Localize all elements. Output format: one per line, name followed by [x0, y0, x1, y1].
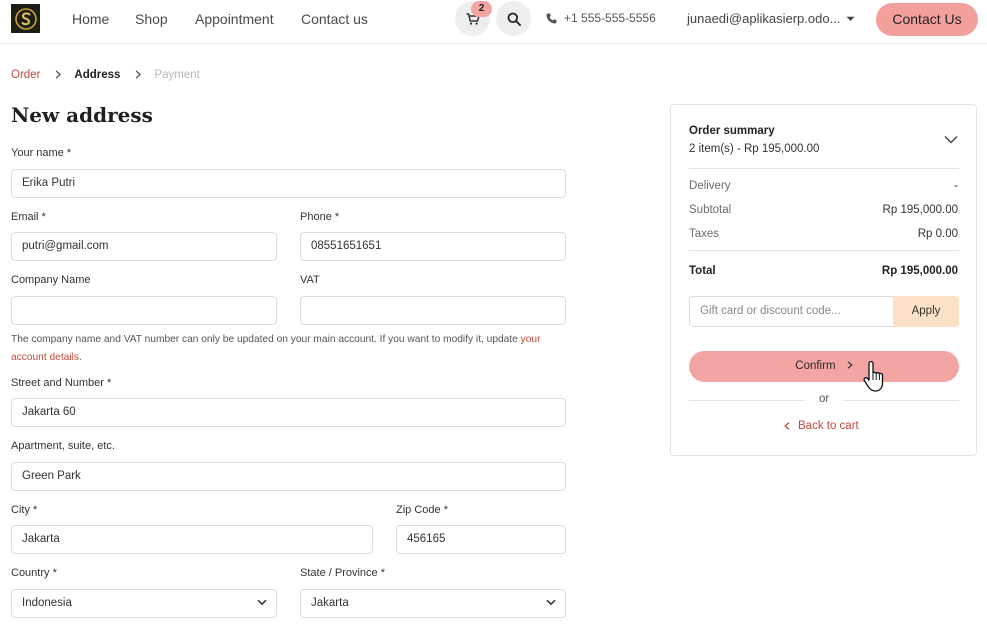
- or-divider-left: [689, 400, 805, 401]
- vat-label: VAT: [300, 274, 320, 286]
- search-button[interactable]: [496, 1, 531, 36]
- taxes-value: Rp 0.00: [917, 228, 958, 240]
- name-label: Your name *: [11, 147, 72, 159]
- order-summary-title: Order summary: [689, 125, 775, 137]
- top-navbar: Home Shop Appointment Contact us 2 +1 55…: [0, 0, 987, 44]
- page-title: New address: [11, 103, 153, 127]
- nav-contact-us[interactable]: Contact us: [301, 11, 368, 27]
- subtotal-value: Rp 195,000.00: [882, 204, 958, 216]
- city-input[interactable]: Jakarta: [11, 525, 373, 554]
- nav-appointment[interactable]: Appointment: [195, 11, 274, 27]
- phone-icon: [546, 13, 557, 23]
- user-email: junaedi@aplikasierp.odo...: [687, 11, 841, 26]
- country-select[interactable]: Indonesia: [11, 589, 277, 618]
- country-value: Indonesia: [22, 597, 72, 609]
- back-to-cart-link[interactable]: Back to cart: [784, 420, 859, 432]
- apply-button[interactable]: Apply: [893, 296, 959, 327]
- or-text: or: [819, 393, 830, 405]
- company-vat-note: The company name and VAT number can only…: [11, 331, 571, 367]
- state-label: State / Province *: [300, 567, 385, 579]
- order-summary-items: 2 item(s) - Rp 195,000.00: [689, 143, 820, 155]
- divider: [689, 168, 959, 169]
- subtotal-label: Subtotal: [689, 204, 732, 216]
- cart-count-badge: 2: [471, 1, 492, 17]
- delivery-value: -: [954, 180, 958, 192]
- note-text: The company name and VAT number can only…: [11, 334, 521, 345]
- phone-number: +1 555-555-5556: [564, 11, 656, 25]
- or-divider-right: [843, 400, 959, 401]
- breadcrumb-address: Address: [74, 69, 121, 81]
- chevron-right-icon: [847, 361, 853, 369]
- taxes-label: Taxes: [689, 228, 720, 240]
- user-menu[interactable]: junaedi@aplikasierp.odo...: [687, 11, 855, 26]
- apartment-input[interactable]: Green Park: [11, 462, 566, 491]
- chevron-down-icon: [546, 599, 556, 606]
- logo[interactable]: [11, 4, 40, 33]
- breadcrumb-order[interactable]: Order: [11, 69, 40, 81]
- email-input[interactable]: putri@gmail.com: [11, 232, 277, 261]
- total-value: Rp 195,000.00: [881, 265, 958, 277]
- hand-pointer-cursor-icon: [863, 361, 884, 392]
- confirm-label: Confirm: [795, 360, 836, 372]
- nav-shop[interactable]: Shop: [135, 11, 168, 27]
- chevron-down-icon: [846, 16, 855, 21]
- zip-label: Zip Code *: [396, 504, 448, 516]
- note-end: .: [78, 352, 82, 363]
- company-label: Company Name: [11, 274, 91, 286]
- state-select[interactable]: Jakarta: [300, 589, 566, 618]
- zip-input[interactable]: 456165: [396, 525, 566, 554]
- chevron-right-icon: [55, 68, 62, 82]
- search-icon: [507, 12, 521, 26]
- contact-us-button[interactable]: Contact Us: [876, 3, 978, 36]
- street-label: Street and Number *: [11, 377, 112, 389]
- chevron-down-icon: [257, 599, 267, 606]
- breadcrumb-payment: Payment: [154, 69, 200, 81]
- discount-code-input[interactable]: Gift card or discount code...: [689, 296, 894, 327]
- breadcrumb: Order Address Payment: [11, 68, 200, 82]
- city-label: City *: [11, 504, 38, 516]
- order-summary-card: Order summary 2 item(s) - Rp 195,000.00 …: [670, 104, 977, 456]
- nav-home[interactable]: Home: [72, 11, 109, 27]
- apartment-label: Apartment, suite, etc.: [11, 440, 115, 452]
- state-value: Jakarta: [311, 597, 349, 609]
- back-to-cart-label: Back to cart: [798, 420, 859, 432]
- phone-label: Phone *: [300, 211, 340, 223]
- street-input[interactable]: Jakarta 60: [11, 398, 566, 427]
- email-label: Email *: [11, 211, 46, 223]
- phone-link[interactable]: +1 555-555-5556: [546, 11, 656, 25]
- chevron-right-icon: [135, 68, 142, 82]
- name-input[interactable]: Erika Putri: [11, 169, 566, 198]
- phone-input[interactable]: 08551651651: [300, 232, 566, 261]
- expand-summary-chevron-icon[interactable]: [944, 135, 958, 144]
- confirm-button[interactable]: Confirm: [689, 351, 959, 382]
- chevron-left-icon: [784, 422, 790, 430]
- delivery-label: Delivery: [689, 180, 731, 192]
- total-label: Total: [689, 265, 716, 277]
- divider: [689, 250, 959, 251]
- vat-input[interactable]: [300, 296, 566, 325]
- company-input[interactable]: [11, 296, 277, 325]
- logo-emblem: [14, 7, 37, 30]
- country-label: Country *: [11, 567, 57, 579]
